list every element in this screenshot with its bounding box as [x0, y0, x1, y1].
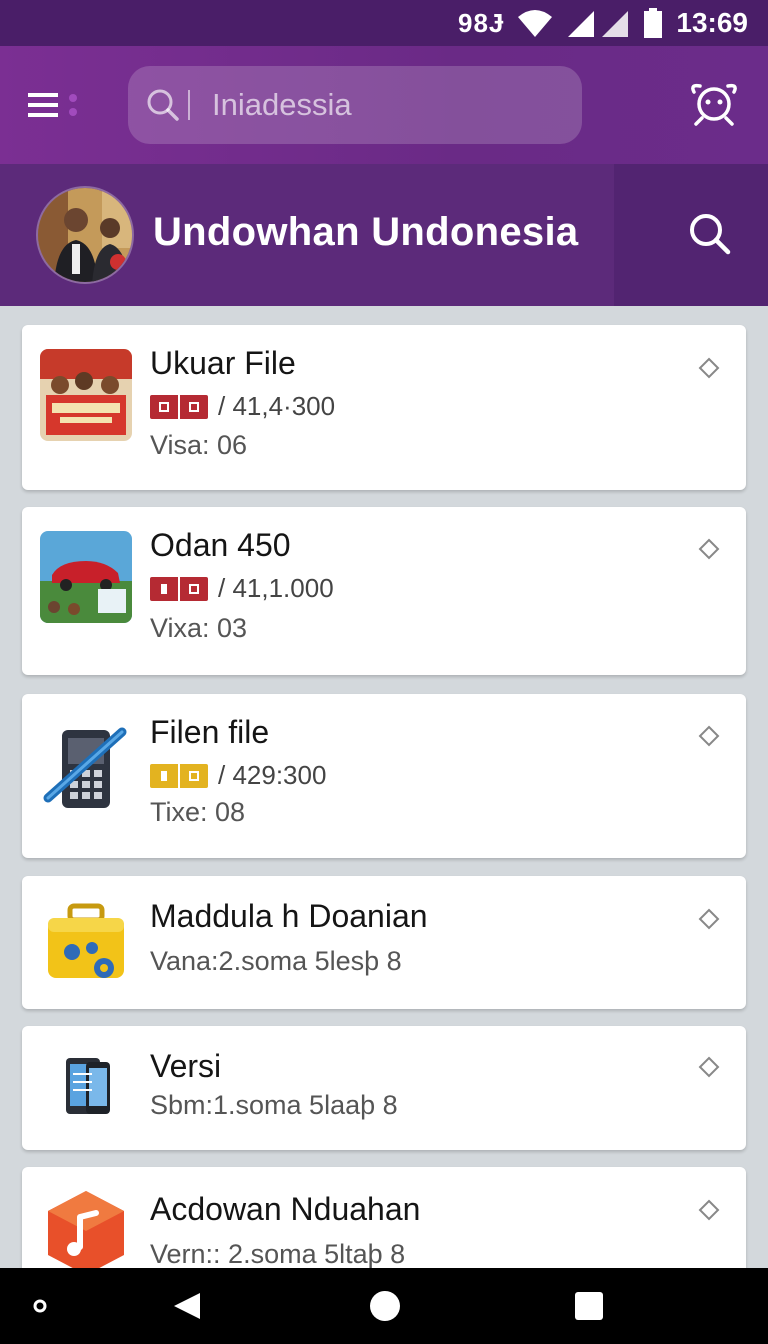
item-subtitle: Vern:: 2.soma 5ltaþ 8: [150, 1239, 406, 1269]
carrier-text: 98Ɉ: [457, 7, 505, 38]
assistant-dot-icon[interactable]: [32, 1298, 48, 1314]
clock: 13:69: [676, 7, 748, 38]
overflow-dots-icon: [69, 94, 77, 116]
item-size: / 41,4·300: [218, 391, 336, 421]
recents-icon[interactable]: [575, 1292, 603, 1320]
home-icon[interactable]: [370, 1291, 400, 1321]
more-icon[interactable]: [698, 908, 720, 930]
search-placeholder: Iniadessia: [212, 87, 352, 122]
item-subtitle: Visa: 06: [150, 430, 248, 460]
profile-search-button[interactable]: [688, 212, 732, 261]
battery-icon: [644, 8, 663, 38]
more-icon[interactable]: [698, 1056, 720, 1078]
item-title: Odan 450: [150, 527, 291, 563]
signal-icon: [568, 11, 629, 37]
item-title: Filen file: [150, 714, 270, 750]
item-meta: / 41,4·300: [150, 391, 335, 422]
menu-icon: [28, 93, 58, 117]
profile-header: Undowhan Undonesia: [0, 164, 768, 306]
item-thumbnail: [40, 1187, 132, 1279]
item-subtitle: Sbm:1.soma 5laaþ 8: [150, 1090, 398, 1120]
item-thumbnail: [40, 722, 132, 814]
search-input[interactable]: Iniadessia: [128, 66, 582, 144]
item-thumbnail: [40, 898, 132, 990]
item-size: / 41,1.000: [218, 573, 334, 603]
list-item[interactable]: Maddula h Doanian Vana:2.soma 5lesþ 8: [22, 876, 746, 1009]
wifi-icon: [518, 10, 553, 37]
menu-button[interactable]: [28, 69, 100, 141]
search-icon: [147, 89, 179, 121]
item-size: / 429:300: [218, 760, 327, 790]
item-title: Acdowan Nduahan: [150, 1191, 421, 1227]
back-icon[interactable]: [172, 1291, 202, 1321]
more-icon[interactable]: [698, 538, 720, 560]
item-subtitle: Vana:2.soma 5lesþ 8: [150, 946, 402, 976]
flag-badge: [150, 576, 208, 601]
avatar[interactable]: [36, 186, 134, 284]
item-subtitle: Tixe: 08: [150, 797, 246, 827]
item-thumbnail: [40, 531, 132, 623]
list-item[interactable]: Filen file / 429:300 Tixe: 08: [22, 694, 746, 858]
item-thumbnail: [40, 1042, 132, 1134]
item-thumbnail: [40, 349, 132, 441]
status-bar: 98Ɉ 13:69: [0, 0, 768, 46]
app-bar: Iniadessia: [0, 46, 768, 164]
item-title: Ukuar File: [150, 345, 296, 381]
item-subtitle: Vixa: 03: [150, 613, 248, 643]
more-icon[interactable]: [698, 357, 720, 379]
more-icon[interactable]: [698, 725, 720, 747]
item-meta: / 41,1.000: [150, 573, 334, 604]
list-item[interactable]: Versi Sbm:1.soma 5laaþ 8: [22, 1026, 746, 1150]
item-title: Maddula h Doanian: [150, 898, 428, 934]
flag-badge: [150, 763, 208, 788]
profile-name: Undowhan Undonesia: [153, 210, 579, 254]
flag-badge: [150, 394, 208, 419]
item-meta: / 429:300: [150, 760, 326, 791]
search-icon: [690, 214, 731, 255]
list-item[interactable]: Odan 450 / 41,1.000 Vixa: 03: [22, 507, 746, 675]
planet-button[interactable]: [688, 76, 740, 128]
navigation-bar: [0, 1268, 768, 1344]
more-icon[interactable]: [698, 1199, 720, 1221]
item-title: Versi: [150, 1048, 222, 1084]
search-divider: [188, 90, 190, 120]
planet-icon: [691, 83, 737, 126]
list-item[interactable]: Ukuar File / 41,4·300 Visa: 06: [22, 325, 746, 490]
